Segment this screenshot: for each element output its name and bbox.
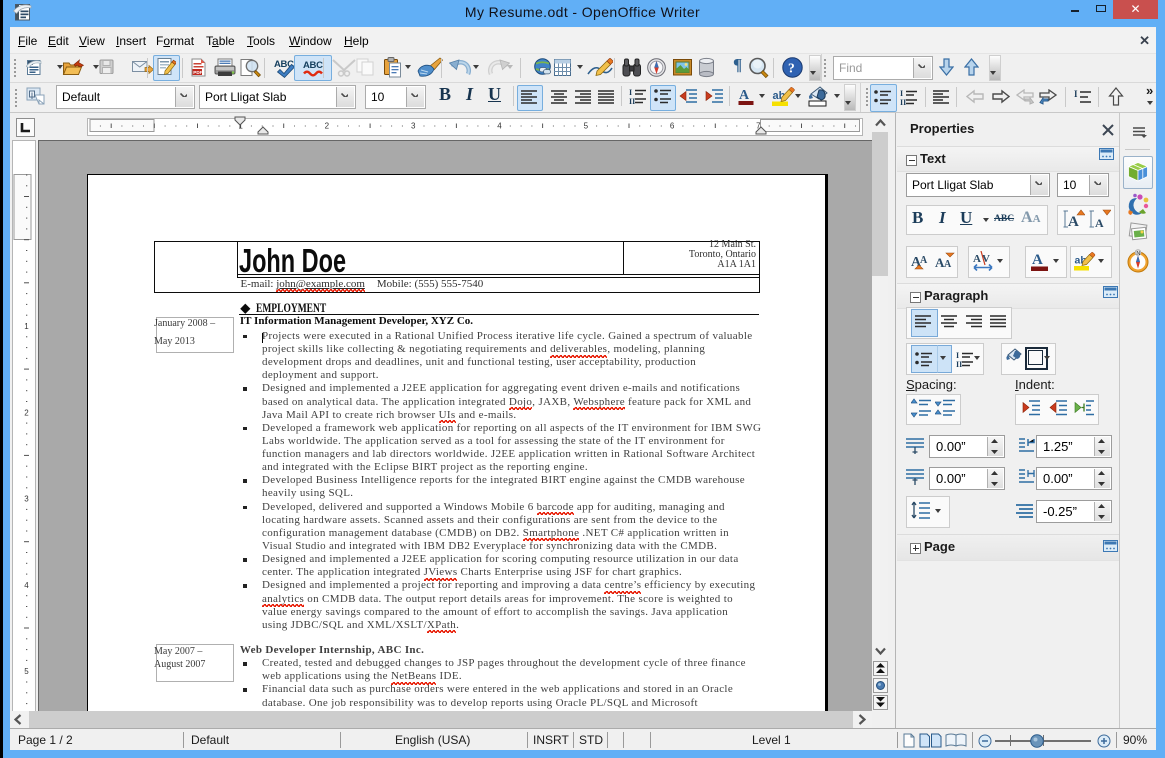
svg-text:I: I (956, 351, 959, 360)
svg-text:PDF: PDF (193, 70, 202, 75)
svg-text:1: 1 (24, 322, 29, 331)
svg-text:5: 5 (584, 122, 589, 131)
svg-text:2: 2 (325, 122, 330, 131)
svg-text:I: I (900, 89, 903, 98)
svg-text:I: I (1074, 89, 1078, 99)
svg-text:5: 5 (24, 667, 29, 676)
svg-text:I: I (629, 88, 632, 97)
svg-text:A: A (944, 259, 952, 270)
svg-text:A: A (1032, 252, 1043, 268)
svg-text:2: 2 (24, 408, 29, 417)
svg-text:3: 3 (24, 495, 29, 504)
svg-text:II: II (629, 97, 635, 105)
svg-text:A: A (973, 253, 981, 265)
svg-text:3: 3 (411, 122, 416, 131)
svg-text:?: ? (788, 61, 795, 76)
svg-text:A: A (920, 255, 928, 266)
svg-text:ABC: ABC (303, 60, 323, 71)
svg-text:II: II (956, 360, 962, 368)
svg-text:II: II (900, 98, 906, 106)
svg-text:4: 4 (497, 122, 502, 131)
svg-text:A: A (1095, 216, 1104, 229)
svg-text:N: N (1136, 251, 1140, 257)
svg-text:A: A (739, 88, 750, 103)
svg-text:6: 6 (670, 122, 675, 131)
svg-text:A: A (1068, 214, 1079, 229)
svg-text:4: 4 (24, 581, 29, 590)
